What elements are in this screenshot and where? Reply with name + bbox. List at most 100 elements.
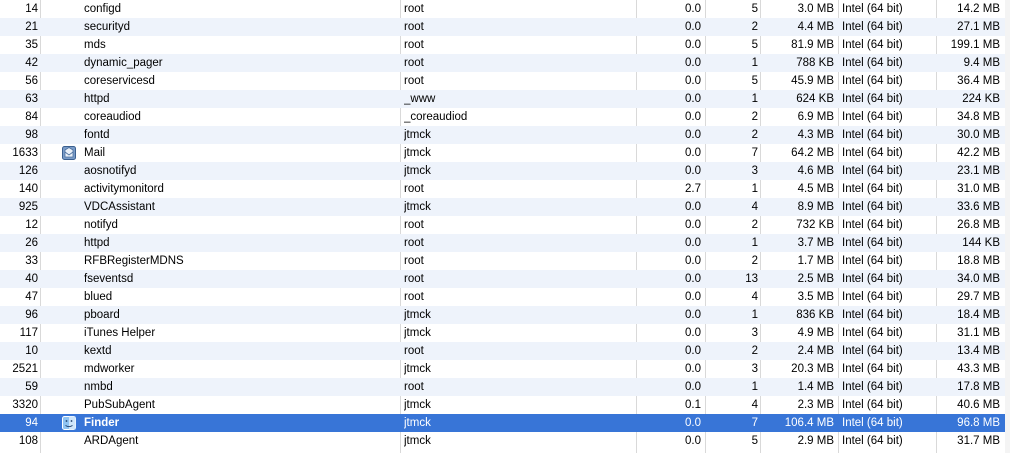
- process-name-cell: RFBRegisterMDNS: [84, 255, 184, 267]
- process-row[interactable]: 40 fseventsd root 0.0 13 2.5 MB Intel (6…: [0, 270, 1010, 288]
- user-cell: root: [404, 255, 424, 267]
- pid-cell: 12: [25, 219, 38, 231]
- threads-cell: 5: [751, 3, 758, 15]
- threads-cell: 2: [751, 345, 758, 357]
- virtual-memory-cell: 18.4 MB: [957, 309, 1000, 321]
- kind-cell: Intel (64 bit): [842, 57, 903, 69]
- virtual-memory-cell: 40.6 MB: [957, 399, 1000, 411]
- process-name-cell: notifyd: [84, 219, 118, 231]
- process-row[interactable]: 108 ARDAgent jtmck 0.0 5 2.9 MB Intel (6…: [0, 432, 1010, 450]
- app-icon-cell: [62, 90, 78, 108]
- process-row[interactable]: 35 mds root 0.0 5 81.9 MB Intel (64 bit)…: [0, 36, 1010, 54]
- cpu-cell: 0.0: [685, 93, 701, 105]
- user-cell: _www: [404, 93, 436, 105]
- user-cell: jtmck: [404, 435, 431, 447]
- kind-cell: Intel (64 bit): [842, 3, 903, 15]
- process-row[interactable]: 140 activitymonitord root 2.7 1 4.5 MB I…: [0, 180, 1010, 198]
- user-cell: root: [404, 57, 424, 69]
- process-row[interactable]: 84 coreaudiod _coreaudiod 0.0 2 6.9 MB I…: [0, 108, 1010, 126]
- threads-cell: 5: [751, 39, 758, 51]
- process-row[interactable]: 98 fontd jtmck 0.0 2 4.3 MB Intel (64 bi…: [0, 126, 1010, 144]
- process-name-cell: nmbd: [84, 381, 113, 393]
- process-row[interactable]: 10 kextd root 0.0 2 2.4 MB Intel (64 bit…: [0, 342, 1010, 360]
- process-row[interactable]: 94 Finder jtmck 0.0 7 106.4 MB Intel (64…: [0, 414, 1010, 432]
- app-icon-cell: [62, 180, 78, 198]
- process-row[interactable]: 2521 mdworker jtmck 0.0 3 20.3 MB Intel …: [0, 360, 1010, 378]
- pid-cell: 10: [25, 345, 38, 357]
- threads-cell: 5: [751, 75, 758, 87]
- finder-app-icon: [62, 416, 76, 430]
- kind-cell: Intel (64 bit): [842, 93, 903, 105]
- app-icon-cell: [62, 108, 78, 126]
- threads-cell: 3: [751, 165, 758, 177]
- process-name-cell: blued: [84, 291, 113, 303]
- threads-cell: 1: [751, 237, 758, 249]
- virtual-memory-cell: 31.7 MB: [957, 435, 1000, 447]
- cpu-cell: 0.0: [685, 327, 701, 339]
- real-memory-cell: 4.3 MB: [797, 129, 834, 141]
- threads-cell: 13: [745, 273, 758, 285]
- process-row[interactable]: 3320 PubSubAgent jtmck 0.1 4 2.3 MB Inte…: [0, 396, 1010, 414]
- real-memory-cell: 2.3 MB: [797, 399, 834, 411]
- process-name-cell: VDCAssistant: [84, 201, 155, 213]
- app-icon-cell: [62, 396, 78, 414]
- pid-cell: 108: [18, 435, 38, 447]
- real-memory-cell: 64.2 MB: [791, 147, 834, 159]
- cpu-cell: 0.0: [685, 165, 701, 177]
- kind-cell: Intel (64 bit): [842, 291, 903, 303]
- kind-cell: Intel (64 bit): [842, 417, 903, 429]
- kind-cell: Intel (64 bit): [842, 363, 903, 375]
- process-table: 14 configd root 0.0 5 3.0 MB Intel (64 b…: [0, 0, 1010, 453]
- app-icon-cell: [62, 378, 78, 396]
- app-icon-cell: [62, 198, 78, 216]
- real-memory-cell: 3.7 MB: [797, 237, 834, 249]
- process-name-cell: ARDAgent: [84, 435, 139, 447]
- pid-cell: 96: [25, 309, 38, 321]
- app-icon-cell: [62, 252, 78, 270]
- process-name-cell: Mail: [84, 147, 106, 159]
- process-row[interactable]: 63 httpd _www 0.0 1 624 KB Intel (64 bit…: [0, 90, 1010, 108]
- process-row[interactable]: 126 aosnotifyd jtmck 0.0 3 4.6 MB Intel …: [0, 162, 1010, 180]
- cpu-cell: 0.0: [685, 309, 701, 321]
- process-name-cell: coreservicesd: [84, 75, 155, 87]
- process-row[interactable]: 1633 Mail jtmck 0.0 7 64.2 MB Intel (64 …: [0, 144, 1010, 162]
- process-row[interactable]: 96 pboard jtmck 0.0 1 836 KB Intel (64 b…: [0, 306, 1010, 324]
- process-row[interactable]: 26 httpd root 0.0 1 3.7 MB Intel (64 bit…: [0, 234, 1010, 252]
- kind-cell: Intel (64 bit): [842, 399, 903, 411]
- virtual-memory-cell: 30.0 MB: [957, 129, 1000, 141]
- process-row[interactable]: 42 dynamic_pager root 0.0 1 788 KB Intel…: [0, 54, 1010, 72]
- process-row[interactable]: 47 blued root 0.0 4 3.5 MB Intel (64 bit…: [0, 288, 1010, 306]
- app-icon-cell: [62, 144, 78, 162]
- app-icon-cell: [62, 306, 78, 324]
- real-memory-cell: 1.7 MB: [797, 255, 834, 267]
- cpu-cell: 0.0: [685, 147, 701, 159]
- threads-cell: 1: [751, 183, 758, 195]
- process-row[interactable]: 59 nmbd root 0.0 1 1.4 MB Intel (64 bit)…: [0, 378, 1010, 396]
- app-icon-cell: [62, 432, 78, 450]
- pid-cell: 59: [25, 381, 38, 393]
- user-cell: root: [404, 3, 424, 15]
- process-row[interactable]: 33 RFBRegisterMDNS root 0.0 2 1.7 MB Int…: [0, 252, 1010, 270]
- threads-cell: 4: [751, 201, 758, 213]
- user-cell: root: [404, 291, 424, 303]
- process-row[interactable]: 12 notifyd root 0.0 2 732 KB Intel (64 b…: [0, 216, 1010, 234]
- process-name-cell: PubSubAgent: [84, 399, 155, 411]
- process-row[interactable]: 21 securityd root 0.0 2 4.4 MB Intel (64…: [0, 18, 1010, 36]
- process-name-cell: aosnotifyd: [84, 165, 137, 177]
- app-icon-cell: [62, 342, 78, 360]
- real-memory-cell: 8.9 MB: [797, 201, 834, 213]
- process-row[interactable]: 14 configd root 0.0 5 3.0 MB Intel (64 b…: [0, 0, 1010, 18]
- real-memory-cell: 6.9 MB: [797, 111, 834, 123]
- process-name-cell: Finder: [84, 417, 120, 429]
- app-icon-cell: [62, 216, 78, 234]
- cpu-cell: 0.0: [685, 237, 701, 249]
- process-name-cell: iTunes Helper: [84, 327, 156, 339]
- pid-cell: 14: [25, 3, 38, 15]
- scrollbar[interactable]: [1005, 0, 1010, 453]
- user-cell: jtmck: [404, 147, 431, 159]
- process-row[interactable]: 117 iTunes Helper jtmck 0.0 3 4.9 MB Int…: [0, 324, 1010, 342]
- kind-cell: Intel (64 bit): [842, 147, 903, 159]
- threads-cell: 3: [751, 363, 758, 375]
- process-row[interactable]: 56 coreservicesd root 0.0 5 45.9 MB Inte…: [0, 72, 1010, 90]
- process-row[interactable]: 925 VDCAssistant jtmck 0.0 4 8.9 MB Inte…: [0, 198, 1010, 216]
